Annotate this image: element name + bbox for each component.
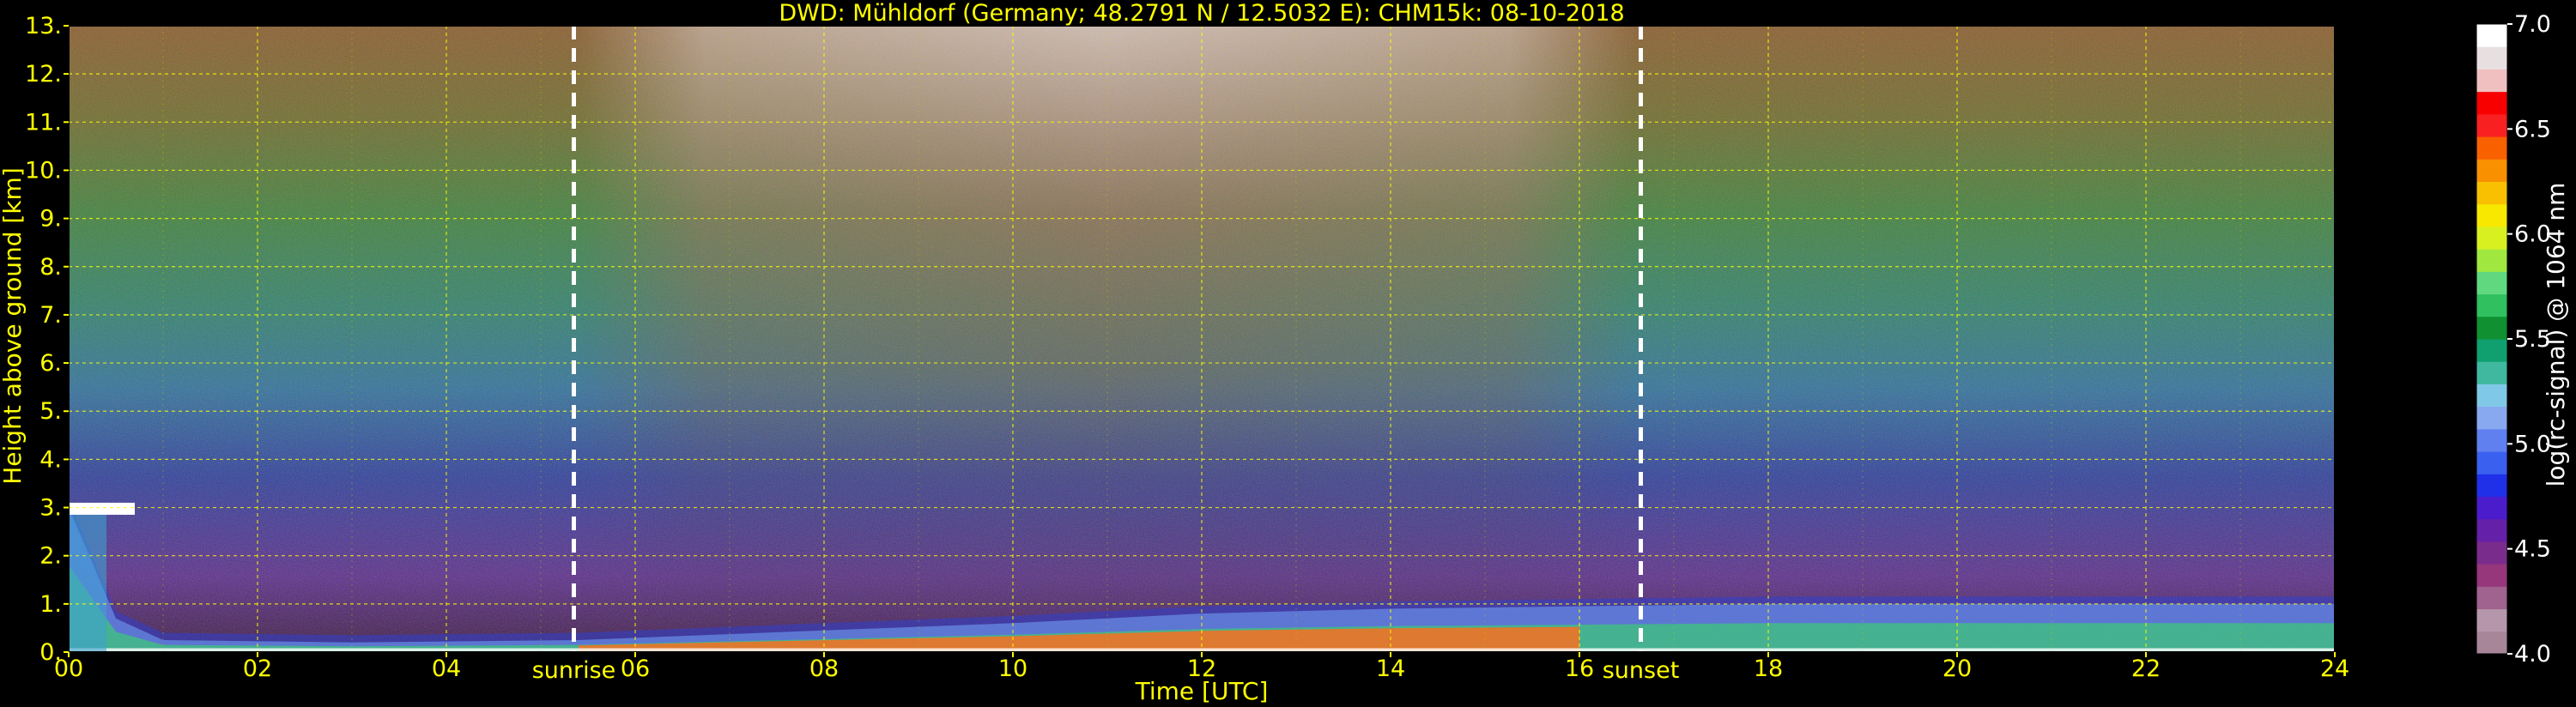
y-tick-label: 10. [25,157,62,184]
colorbar-segment [2476,608,2507,632]
cloud-layer [69,502,135,515]
x-tick-label: 08 [809,656,839,682]
colorbar-segment [2476,91,2507,115]
y-tick-label: 11. [25,109,62,136]
y-tick-label: 9. [39,206,62,233]
colorbar-segment [2476,564,2507,587]
sunset-label: sunset [1603,657,1680,684]
colorbar-segment [2476,113,2507,137]
colorbar-segment [2476,406,2507,430]
y-tick-label: 1. [39,591,62,618]
colorbar-segment [2476,339,2507,362]
colorbar-segment [2476,586,2507,610]
colorbar-segment [2476,384,2507,408]
plot-area: sunrise sunset [68,25,2336,684]
cloud-layer-below [69,514,106,652]
ceilometer-chart: sunrise sunset 00 02 04 06 08 10 12 14 16 18 20 22 24… [0,0,2570,705]
y-tick-label: 2. [39,543,62,570]
colorbar-segment [2476,249,2507,272]
y-tick-label: 13. [25,13,62,39]
x-tick-label: 04 [432,656,461,682]
colorbar-segment [2476,69,2507,93]
colorbar-label: log(rc-signal) @ 1064 nm [2542,183,2570,487]
colorbar-tick-label: 4.5 [2514,536,2551,563]
colorbar-segment [2476,46,2507,69]
y-tick-label: 7. [39,302,62,329]
x-tick-label: 20 [1943,656,1972,682]
colorbar-segment [2476,271,2507,295]
x-tick-label: 02 [243,656,272,682]
colorbar-segment [2476,361,2507,384]
y-tick-label: 6. [39,350,62,377]
colorbar-segment [2476,203,2507,227]
y-tick-label: 12. [25,61,62,88]
colorbar-segment [2476,518,2507,542]
colorbar-tick-label: 6.5 [2514,116,2551,142]
colorbar: 4.04.55.05.56.06.57.0 [2476,11,2551,668]
x-tick-label: 06 [621,656,650,682]
signal-noise-texture [69,26,2335,652]
y-tick-label: 8. [39,254,62,281]
colorbar-segment [2476,159,2507,182]
colorbar-segment [2476,631,2507,655]
colorbar-segment [2476,181,2507,205]
colorbar-segment [2476,496,2507,520]
y-tick-label: 3. [39,495,62,522]
x-tick-label: 22 [2131,656,2161,682]
colorbar-segment [2476,451,2507,474]
x-tick-label: 14 [1376,656,1405,682]
y-tick-label: 4. [39,446,62,473]
y-tick-label: 5. [39,398,62,425]
colorbar-segment [2476,226,2507,250]
colorbar-segment [2476,474,2507,497]
colorbar-tick-label: 4.0 [2514,641,2551,668]
y-tick-label: 0. [39,639,62,666]
x-tick-label: 10 [998,656,1027,682]
colorbar-segment [2476,24,2507,47]
colorbar-segment [2476,293,2507,317]
colorbar-tick-label: 7.0 [2514,11,2551,38]
colorbar-segment [2476,136,2507,160]
colorbar-segment [2476,541,2507,565]
colorbar-segment [2476,316,2507,340]
sunrise-label: sunrise [532,657,616,684]
chart-title: DWD: Mühldorf (Germany; 48.2791 N / 12.5… [779,0,1624,27]
x-tick-label: 18 [1754,656,1783,682]
x-tick-label: 24 [2320,656,2349,682]
y-axis-label: Height above ground [km] [0,167,27,485]
colorbar-segment [2476,428,2507,452]
x-axis-label: Time [UTC] [1135,677,1269,705]
x-tick-label: 16 [1565,656,1594,682]
